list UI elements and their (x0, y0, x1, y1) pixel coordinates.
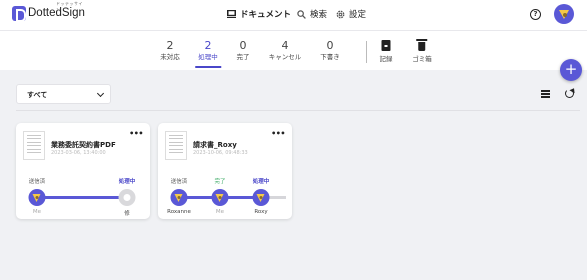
avatar-dot (563, 13, 567, 17)
add-document-button[interactable]: + (560, 59, 582, 81)
logo-ruby-text: ドッテッサイン (56, 1, 83, 12)
archive-icon (381, 40, 391, 51)
signer-name: Me (215, 209, 225, 215)
tab-label: ゴミ箱 (412, 55, 432, 63)
user-avatar[interactable] (554, 4, 574, 24)
tab-completed[interactable]: 0 完了 (237, 39, 250, 62)
tab-count: 0 (239, 39, 247, 52)
tab-count: 4 (281, 39, 289, 52)
nav-settings[interactable]: 設定 (336, 8, 366, 20)
tab-divider (366, 41, 367, 63)
document-date: 2023-10-06, 09:48:33 (193, 150, 248, 156)
tab-label: キャンセル (268, 53, 302, 61)
signer-avatar (170, 189, 188, 206)
document-thumbnail (165, 131, 187, 160)
nav-documents[interactable]: ドキュメント (227, 8, 291, 20)
nav-search[interactable]: 検索 (297, 8, 327, 20)
search-icon (297, 9, 306, 19)
status-tab-bar: 2 未対応 2 処理中 0 完了 4 キャンセル 0 下書き 記録 ゴミ箱 (0, 30, 587, 70)
signer-avatar (118, 189, 136, 206)
more-options-icon[interactable]: ••• (129, 129, 143, 138)
gear-icon (336, 10, 345, 18)
tab-count: 2 (204, 39, 212, 52)
logo-mark-icon (12, 6, 26, 22)
divider (16, 110, 580, 111)
step-status: 完了 (214, 179, 226, 185)
document-date: 2023-03-06, 13:40:00 (51, 150, 106, 156)
tab-cancelled[interactable]: 4 キャンセル (269, 39, 302, 62)
document-card[interactable]: 業務委託契約書PDF 2023-03-06, 13:40:00 ••• 送信済 … (16, 123, 150, 219)
trash-icon (416, 39, 428, 51)
tab-label: 完了 (236, 53, 250, 61)
step-status: 送信済 (28, 179, 46, 185)
document-title: 業務委託契約書PDF (51, 141, 116, 149)
signer-avatar (252, 189, 270, 206)
signer-name: Roxy (254, 209, 268, 215)
nav-settings-label: 設定 (349, 10, 367, 20)
filter-selected-value: すべて (27, 91, 48, 99)
tab-count: 2 (166, 39, 174, 52)
tab-drafts[interactable]: 0 下書き (320, 39, 340, 62)
refresh-icon[interactable] (565, 89, 574, 98)
signer-name: Me (32, 209, 42, 215)
chevron-down-icon (96, 89, 105, 98)
signer-name: 修 (124, 211, 130, 217)
tab-label: 下書き (320, 53, 340, 61)
document-title: 請求書_Roxy (193, 141, 237, 149)
nav-documents-label: ドキュメント (240, 10, 292, 20)
nav-search-label: 検索 (310, 10, 328, 20)
help-icon[interactable]: ? (530, 9, 541, 20)
tab-label: 未対応 (160, 53, 180, 61)
signer-avatar (211, 189, 229, 206)
step-status: 送信済 (170, 179, 188, 185)
tab-unhandled[interactable]: 2 未対応 (160, 39, 180, 62)
more-options-icon[interactable]: ••• (271, 129, 285, 138)
document-card[interactable]: 請求書_Roxy 2023-10-06, 09:48:33 ••• 送信済 Ro… (158, 123, 292, 219)
tab-archive[interactable]: 記録 (380, 40, 393, 64)
document-thumbnail (23, 131, 45, 160)
top-bar: DottedSign ドッテッサイン ドキュメント 検索 設定 ? (0, 0, 587, 30)
tab-count: 0 (326, 39, 334, 52)
step-status: 処理中 (252, 179, 270, 185)
tab-label: 処理中 (198, 53, 218, 61)
tab-in-progress[interactable]: 2 処理中 (195, 39, 221, 68)
step-status: 処理中 (118, 179, 136, 185)
app-logo[interactable]: DottedSign ドッテッサイン (12, 1, 85, 22)
signer-name: Roxanne (167, 209, 191, 215)
tab-trash[interactable]: ゴミ箱 (412, 39, 432, 64)
signer-avatar (28, 189, 46, 206)
list-view-icon[interactable] (541, 90, 550, 98)
tab-label: 記録 (379, 55, 393, 63)
filter-dropdown[interactable]: すべて (16, 84, 111, 104)
document-icon (227, 10, 236, 18)
